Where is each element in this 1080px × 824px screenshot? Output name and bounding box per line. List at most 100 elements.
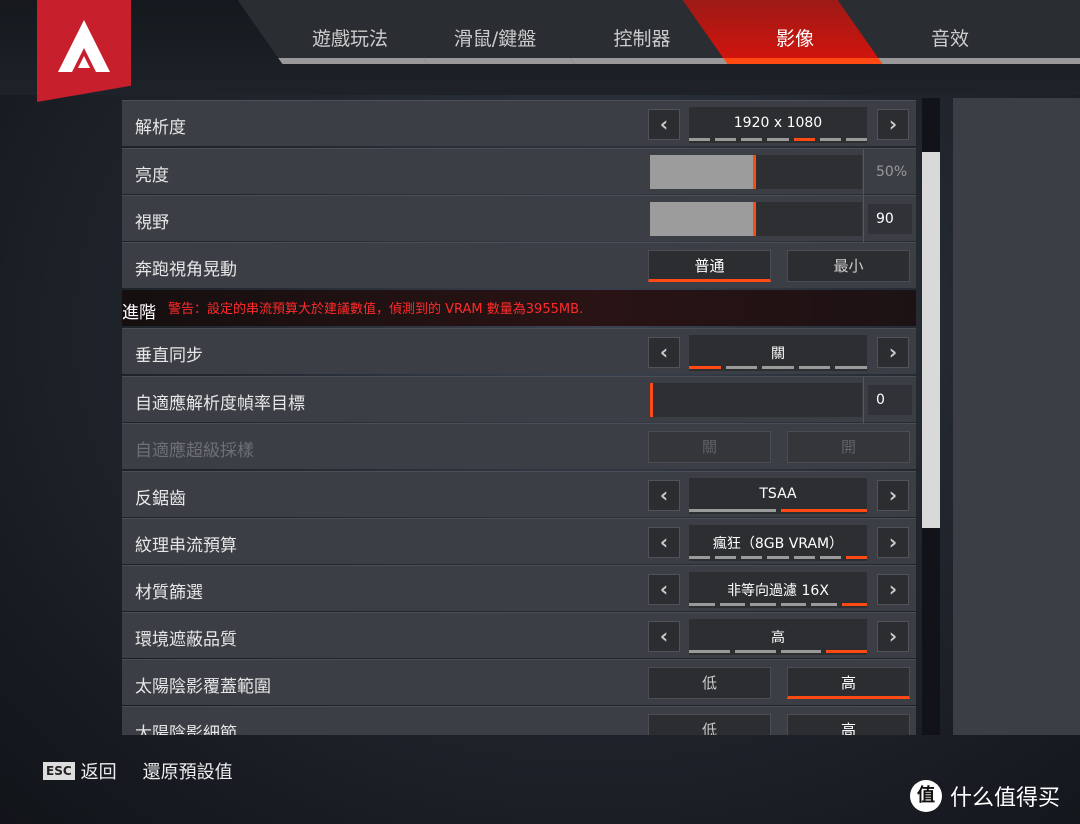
value-text: 非等向過濾 16X xyxy=(727,583,829,599)
setting-label: 太陽陰影覆蓋範圍 xyxy=(135,677,271,697)
indicator-segment xyxy=(719,603,745,606)
setting-label: 環境遮蔽品質 xyxy=(135,630,237,650)
apex-logo xyxy=(37,0,131,102)
indicator-segment xyxy=(845,138,867,141)
watermark-text: 什么值得买 xyxy=(950,786,1061,811)
setting-adaptive-res: 自適應解析度幀率目標 0 xyxy=(122,376,916,423)
option-button[interactable]: 低 xyxy=(648,667,771,699)
setting-filter: 材質篩選 ‹ 非等向過濾 16X › xyxy=(122,565,916,611)
option-indicator xyxy=(689,509,867,512)
indicator-segment xyxy=(767,556,789,559)
indicator-segment xyxy=(819,556,841,559)
setting-label: 亮度 xyxy=(135,166,169,186)
option-indicator xyxy=(689,556,867,559)
next-arrow-icon[interactable]: › xyxy=(877,527,909,558)
section-title: 進階 xyxy=(122,303,156,323)
option-indicator xyxy=(689,650,867,653)
indicator-segment xyxy=(689,509,776,512)
setting-value: 瘋狂（8GB VRAM） xyxy=(689,525,867,561)
option-button[interactable]: 高 xyxy=(787,714,910,735)
setting-label: 材質篩選 xyxy=(135,583,203,603)
watermark-logo: 值 xyxy=(910,780,942,812)
value-text: 關 xyxy=(771,346,785,362)
next-arrow-icon[interactable]: › xyxy=(877,574,909,605)
prev-arrow-icon[interactable]: ‹ xyxy=(648,527,680,558)
next-arrow-icon[interactable]: › xyxy=(877,337,909,368)
watermark: 值 什么值得买 xyxy=(910,780,1060,812)
indicator-segment xyxy=(780,650,822,653)
indicator-segment xyxy=(841,603,867,606)
setting-resolution: 解析度 ‹ 1920 x 1080 › xyxy=(122,100,916,146)
slider[interactable] xyxy=(650,155,862,189)
indicator-segment xyxy=(835,366,867,369)
indicator-segment xyxy=(689,556,711,559)
slider-value[interactable]: 0 xyxy=(868,385,912,415)
indicator-segment xyxy=(819,138,841,141)
indicator-segment xyxy=(734,650,776,653)
divider xyxy=(863,149,864,195)
next-arrow-icon[interactable]: › xyxy=(877,109,909,140)
setting-label: 解析度 xyxy=(135,118,186,138)
esc-key-icon: ESC xyxy=(43,762,75,780)
slider-fill xyxy=(650,202,756,236)
indicator-segment xyxy=(762,366,794,369)
setting-value: 高 xyxy=(689,619,867,655)
slider-value: 50% xyxy=(876,164,908,180)
indicator-segment xyxy=(793,556,815,559)
value-text: 瘋狂（8GB VRAM） xyxy=(712,536,844,552)
option-indicator xyxy=(689,603,867,606)
reset-defaults-button[interactable]: 還原預設值 xyxy=(143,758,233,784)
setting-value: TSAA xyxy=(689,478,867,514)
next-arrow-icon[interactable]: › xyxy=(877,621,909,652)
prev-arrow-icon[interactable]: ‹ xyxy=(648,337,680,368)
option-button: 開 xyxy=(787,431,910,463)
back-button[interactable]: 返回 xyxy=(81,758,117,784)
indicator-segment xyxy=(689,650,730,653)
option-button[interactable]: 最小 xyxy=(787,250,910,282)
option-button[interactable]: 高 xyxy=(787,667,910,699)
prev-arrow-icon[interactable]: ‹ xyxy=(648,621,680,652)
setting-label: 太陽陰影細節 xyxy=(135,724,237,735)
value-text: TSAA xyxy=(759,486,797,502)
slider[interactable] xyxy=(650,383,862,417)
setting-adaptive-ss: 自適應超級採樣 關開 xyxy=(122,423,916,469)
indicator-segment xyxy=(793,138,815,141)
settings-panel: 解析度 ‹ 1920 x 1080 › 亮度 50% 視野 90 奔跑視角晃動 普通 最小 垂直同步 ‹… xyxy=(122,98,916,735)
indicator-segment xyxy=(845,556,867,559)
setting-label: 自適應超級採樣 xyxy=(135,441,254,461)
tab-label[interactable]: 控制器 xyxy=(562,24,722,51)
setting-texture: 紋理串流預算 ‹ 瘋狂（8GB VRAM） › xyxy=(122,518,916,564)
setting-label: 自適應解析度幀率目標 xyxy=(135,394,305,414)
prev-arrow-icon[interactable]: ‹ xyxy=(648,109,680,140)
next-arrow-icon[interactable]: › xyxy=(877,480,909,511)
setting-sun-coverage: 太陽陰影覆蓋範圍 低高 xyxy=(122,659,916,705)
setting-value: 非等向過濾 16X xyxy=(689,572,867,608)
tab-label[interactable]: 音效 xyxy=(870,24,1030,51)
advanced-header: 進階 警告：設定的串流預算大於建議數值，偵測到的 VRAM 數量為3955MB. xyxy=(122,290,916,326)
setting-label: 紋理串流預算 xyxy=(135,536,237,556)
slider[interactable] xyxy=(650,202,862,236)
value-text: 1920 x 1080 xyxy=(733,115,823,131)
indicator-segment xyxy=(767,138,789,141)
indicator-segment xyxy=(689,366,721,369)
indicator-segment xyxy=(715,138,737,141)
option-button[interactable]: 低 xyxy=(648,714,771,735)
setting-ao: 環境遮蔽品質 ‹ 高 › xyxy=(122,612,916,658)
option-indicator xyxy=(689,138,867,141)
indicator-segment xyxy=(780,509,867,512)
slider-value[interactable]: 90 xyxy=(868,204,912,234)
divider xyxy=(863,377,864,423)
value-text: 高 xyxy=(771,630,785,646)
prev-arrow-icon[interactable]: ‹ xyxy=(648,574,680,605)
tab-label[interactable]: 影像 xyxy=(715,24,875,51)
scrollbar[interactable] xyxy=(922,98,940,735)
indicator-segment xyxy=(826,650,867,653)
indicator-segment xyxy=(715,556,737,559)
option-button[interactable]: 普通 xyxy=(648,250,771,282)
setting-fov: 視野 90 xyxy=(122,195,916,242)
indicator-segment xyxy=(741,138,763,141)
setting-sun-detail: 太陽陰影細節 低高 xyxy=(122,706,916,735)
scrollbar-thumb[interactable] xyxy=(922,152,940,528)
indicator-segment xyxy=(725,366,758,369)
prev-arrow-icon[interactable]: ‹ xyxy=(648,480,680,511)
